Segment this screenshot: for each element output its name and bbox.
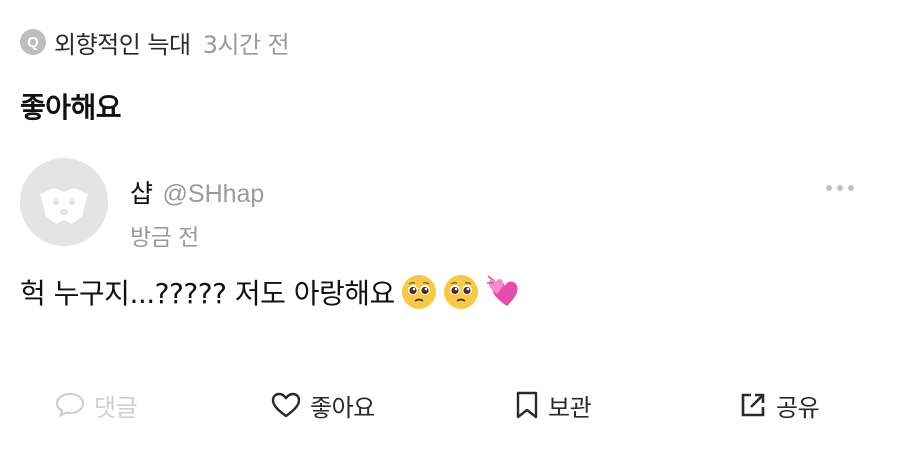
share-label: 공유 [776,393,820,422]
comment-button[interactable]: 댓글 [54,380,138,430]
action-bar: 댓글 좋아요 보관 공유 [0,380,916,430]
question-header: Q 외향적인 늑대 3시간 전 [20,24,290,60]
answer-author-handle[interactable]: @SHhap [163,180,265,209]
more-options-button[interactable] [820,178,860,198]
more-dots-icon [826,185,832,191]
pleading-face-emoji [443,274,479,310]
save-label: 보관 [548,393,592,422]
two-hearts-emoji [485,274,525,310]
answer-text: 헉 누구지...????? 저도 아랑해요 [20,277,395,310]
like-label: 좋아요 [310,393,375,422]
heart-icon [271,392,301,418]
question-text: 좋아해요 [20,91,122,124]
answer-text-row: 헉 누구지...????? 저도 아랑해요 [20,272,525,312]
pleading-face-emoji [401,274,437,310]
share-icon [741,393,765,417]
like-button[interactable]: 좋아요 [270,380,375,430]
question-badge-icon: Q [20,29,46,55]
speech-bubble-icon [55,392,85,418]
answer-time: 방금 전 [130,225,199,251]
question-time: 3시간 전 [202,30,290,59]
bookmark-icon [516,391,538,419]
default-avatar-icon [20,158,108,246]
comment-label: 댓글 [94,393,138,422]
avatar[interactable] [20,158,108,246]
share-button[interactable]: 공유 [738,380,820,430]
answer-author-name[interactable]: 샵 [130,174,153,210]
answer-author-row: 샵 @SHhap [130,174,264,210]
save-button[interactable]: 보관 [514,380,592,430]
question-author[interactable]: 외향적인 늑대 [54,25,191,60]
